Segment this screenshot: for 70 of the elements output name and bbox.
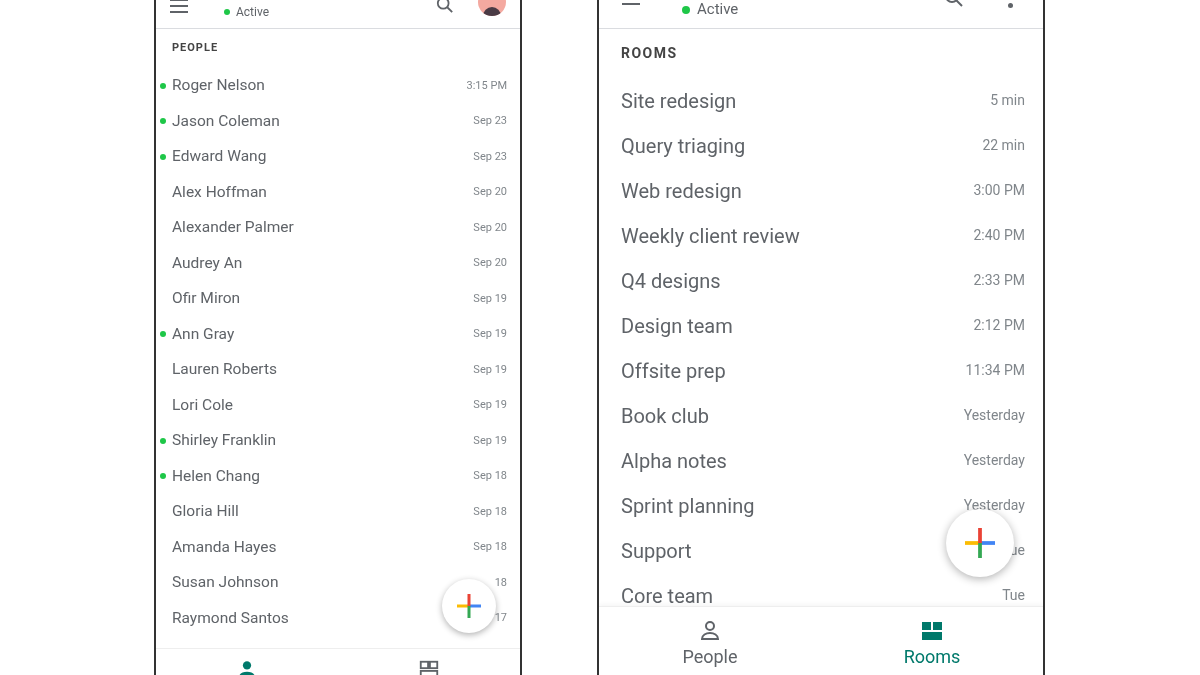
status-text: Active (236, 6, 270, 18)
room-name[interactable]: Book club (621, 405, 709, 426)
message-time: Sep 19 (473, 432, 507, 449)
person-icon (698, 619, 722, 643)
room-name[interactable]: Site redesign (621, 90, 737, 111)
room-name[interactable]: Query triaging (621, 135, 746, 156)
contact-name[interactable]: Raymond Santos (172, 606, 289, 630)
message-time: Sep 19 (473, 326, 507, 342)
plus-icon (965, 528, 995, 558)
contact-name[interactable]: Shirley Franklin (172, 429, 277, 453)
message-time: Yesterday (963, 496, 1025, 515)
message-time: Yesterday (963, 451, 1025, 470)
contact-name[interactable]: Gloria Hill (172, 500, 239, 524)
room-name[interactable]: Sprint planning (621, 495, 755, 516)
search-icon[interactable] (436, 0, 454, 14)
message-time: 22 min (982, 136, 1025, 155)
room-name[interactable]: Q4 designs (621, 270, 721, 291)
message-time: Sep 18 (473, 539, 507, 555)
plus-icon (457, 594, 481, 618)
contact-name[interactable]: Edward Wang (172, 145, 267, 169)
message-time: 3:15 PM (466, 77, 507, 94)
message-time: Sep 20 (473, 219, 507, 236)
message-time: Sep 19 (473, 397, 507, 413)
room-name[interactable]: Alpha notes (621, 450, 727, 471)
section-label: PEOPLE (172, 40, 219, 57)
message-time: Sep 23 (473, 113, 507, 129)
contact-name[interactable]: Ofir Miron (172, 287, 241, 311)
room-name[interactable]: Web redesign (621, 180, 742, 201)
grid-icon (920, 619, 944, 643)
message-time: 2:12 PM (973, 316, 1025, 335)
message-time: 2:40 PM (973, 226, 1025, 245)
message-time: Sep 20 (473, 255, 507, 271)
message-time: Yesterday (963, 406, 1025, 425)
message-time: Sep 23 (473, 148, 507, 165)
menu-icon[interactable] (170, 0, 188, 13)
contact-name[interactable]: Lori Cole (172, 393, 233, 417)
message-time: Sep 19 (473, 361, 507, 378)
message-time: 17 (494, 610, 507, 626)
room-name[interactable]: Design team (621, 315, 733, 336)
contact-name[interactable]: Alexander Palmer (172, 216, 294, 240)
contact-name[interactable]: Alex Hoffman (172, 180, 267, 204)
message-time: 5 min (990, 91, 1025, 110)
message-time: 3:00 PM (973, 181, 1025, 200)
contact-name[interactable]: Helen Chang (172, 464, 260, 488)
message-time: 11:34 PM (965, 361, 1025, 380)
status-text: Active (697, 2, 739, 17)
room-name[interactable]: Offsite prep (621, 360, 726, 381)
nav-tab[interactable]: Rooms (821, 607, 1043, 675)
contact-name[interactable]: Amanda Hayes (172, 535, 277, 559)
contact-name[interactable]: Roger Nelson (172, 74, 265, 98)
nav-tab[interactable]: People (599, 607, 821, 675)
contact-name[interactable]: Ann Gray (172, 322, 235, 346)
contact-name[interactable]: Audrey An (172, 251, 243, 275)
more-icon[interactable] (1008, 3, 1013, 8)
contact-name[interactable]: Jason Coleman (172, 109, 280, 133)
message-time: Sep 19 (473, 290, 507, 307)
message-time: 18 (494, 574, 507, 591)
new-chat-button[interactable] (442, 579, 496, 633)
room-name[interactable]: Support (621, 540, 692, 561)
grid-icon (418, 659, 440, 675)
message-time: Sep 18 (473, 468, 507, 484)
message-time: Sep 18 (473, 503, 507, 520)
contact-name[interactable]: Susan Johnson (172, 571, 279, 595)
message-time: Sep 20 (473, 184, 507, 200)
contact-name[interactable]: Lauren Roberts (172, 358, 278, 382)
room-name[interactable]: Core team (621, 585, 714, 606)
section-label: ROOMS (621, 44, 678, 63)
room-name[interactable]: Weekly client review (621, 225, 800, 246)
message-time: 2:33 PM (973, 271, 1025, 290)
message-time: Tue (1002, 586, 1025, 605)
